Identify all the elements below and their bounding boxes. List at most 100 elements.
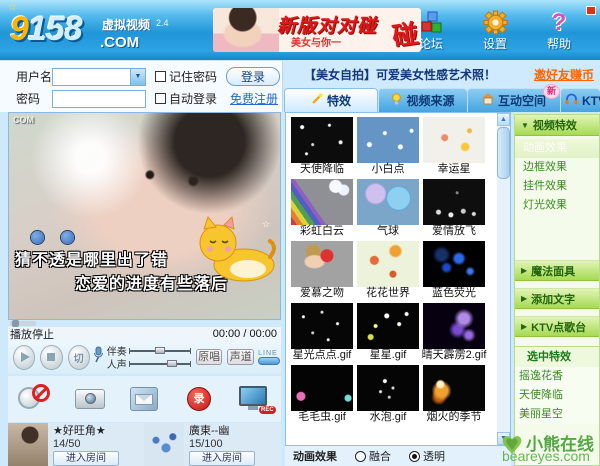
- room-avatar[interactable]: [144, 423, 184, 466]
- effect-item[interactable]: 爱慕之吻: [289, 241, 355, 301]
- sidebar-item-light-effects[interactable]: 灯光效果: [515, 196, 599, 215]
- username-combobox[interactable]: ▼: [52, 68, 146, 86]
- effect-thumbnail[interactable]: [291, 365, 353, 411]
- snapshot-button[interactable]: [71, 382, 109, 416]
- effect-label: 花花世界: [355, 287, 421, 301]
- tab-ktv[interactable]: KTV: [560, 88, 600, 112]
- screen-record-button[interactable]: REC: [235, 382, 273, 416]
- sidebar-group-ktv-playlist[interactable]: ▶ KTV点歌台: [515, 316, 599, 337]
- effect-thumbnail[interactable]: [291, 303, 353, 349]
- remember-password-checkbox[interactable]: 记住密码: [155, 68, 217, 85]
- effect-item[interactable]: 花花世界: [355, 241, 421, 301]
- disable-camera-button[interactable]: [16, 382, 54, 416]
- close-icon[interactable]: [586, 6, 596, 15]
- tab-video-source[interactable]: 视频来源: [378, 88, 467, 112]
- tab-interactive-space[interactable]: 互动空间 新: [467, 88, 560, 112]
- tab-effects[interactable]: 特效: [284, 88, 378, 112]
- line-in-toggle[interactable]: [258, 357, 280, 365]
- effect-thumbnail[interactable]: [357, 179, 419, 225]
- sidebar-item-border-effects[interactable]: 边框效果: [515, 158, 599, 177]
- effect-thumbnail[interactable]: [423, 179, 485, 225]
- effect-thumbnail[interactable]: [423, 365, 485, 411]
- transparent-radio[interactable]: 透明: [409, 448, 445, 464]
- effect-item[interactable]: 小白点: [355, 117, 421, 177]
- animation-mode-label: 动画效果: [293, 448, 337, 464]
- forum-button[interactable]: 论坛: [408, 8, 454, 52]
- vocals-slider[interactable]: [129, 363, 191, 365]
- effect-item[interactable]: 幸运星: [421, 117, 487, 177]
- stop-button[interactable]: [40, 345, 62, 370]
- effect-item[interactable]: 水泡.gif: [355, 365, 421, 425]
- effect-item[interactable]: 天使降临: [289, 117, 355, 177]
- vocals-slider-thumb[interactable]: [167, 360, 177, 367]
- original-vocal-button[interactable]: 原唱: [196, 349, 223, 365]
- selected-effect-item[interactable]: 美丽星空: [515, 405, 599, 424]
- channel-button[interactable]: 声道: [227, 349, 254, 365]
- effect-thumbnail[interactable]: [423, 241, 485, 287]
- ad-banner[interactable]: 新版对对碰 美女与你一 碰: [213, 8, 421, 52]
- invite-friends-link[interactable]: 邀好友赚币: [534, 66, 594, 83]
- checkbox-icon[interactable]: [155, 71, 166, 82]
- radio-icon[interactable]: [409, 451, 420, 462]
- chevron-down-icon[interactable]: ▼: [130, 69, 145, 85]
- vocals-label: 人声: [107, 356, 129, 371]
- effect-item[interactable]: 爱情放飞: [421, 179, 487, 239]
- password-field[interactable]: [52, 90, 146, 108]
- send-photo-button[interactable]: [125, 382, 163, 416]
- effect-thumbnail[interactable]: [357, 365, 419, 411]
- chevron-right-icon: ▶: [521, 294, 527, 303]
- effect-item[interactable]: 烟火的季节: [421, 365, 487, 425]
- room-info: ★好旺角★ 14/50 进入房间: [53, 423, 119, 466]
- enter-room-button[interactable]: 进入房间: [53, 451, 119, 466]
- auto-login-checkbox[interactable]: 自动登录: [155, 90, 217, 107]
- sidebar-item-animation-effects[interactable]: 动画效果: [515, 139, 599, 158]
- room-card[interactable]: 廣東--幽 15/100 进入房间: [144, 423, 280, 466]
- radio-icon[interactable]: [355, 451, 366, 462]
- effect-item[interactable]: 蓝色荧光: [421, 241, 487, 301]
- effect-thumbnail[interactable]: [291, 179, 353, 225]
- effect-label: 烟火的季节: [421, 411, 487, 425]
- sidebar-group-magic-mask[interactable]: ▶ 魔法面具: [515, 260, 599, 281]
- login-button[interactable]: 登录: [226, 67, 280, 86]
- accompaniment-slider-thumb[interactable]: [155, 347, 165, 354]
- effect-item[interactable]: 星光点点.gif: [289, 303, 355, 363]
- effects-panel: 天使降临 小白点 幸运星 彩虹白云 气球 爱情放飞 爱慕之吻 花花世界 蓝色荧光…: [285, 112, 511, 446]
- effect-thumbnail[interactable]: [357, 241, 419, 287]
- blend-radio[interactable]: 融合: [355, 448, 391, 464]
- effect-item[interactable]: 气球: [355, 179, 421, 239]
- scroll-down-icon[interactable]: ▼: [497, 432, 510, 445]
- record-button[interactable]: 录: [180, 382, 218, 416]
- switch-button[interactable]: 切: [68, 345, 90, 370]
- effect-thumbnail[interactable]: [423, 117, 485, 163]
- chevron-down-icon: ▼: [521, 121, 529, 130]
- effect-item[interactable]: 星星.gif: [355, 303, 421, 363]
- monitor-base: [248, 406, 258, 410]
- scrollbar-thumb[interactable]: [497, 127, 510, 179]
- effect-thumbnail[interactable]: [291, 117, 353, 163]
- free-register-link[interactable]: 免费注册: [230, 90, 278, 107]
- effects-scrollbar[interactable]: ▲ ▼: [497, 113, 510, 445]
- scroll-up-icon[interactable]: ▲: [497, 113, 510, 126]
- settings-button[interactable]: 设置: [472, 8, 518, 52]
- effect-item[interactable]: 晴天霹雳2.gif: [421, 303, 487, 363]
- enter-room-button[interactable]: 进入房间: [189, 451, 255, 466]
- sidebar-item-pendant-effects[interactable]: 挂件效果: [515, 177, 599, 196]
- blend-label: 融合: [369, 448, 391, 464]
- username-input[interactable]: [53, 69, 130, 85]
- effect-thumbnail[interactable]: [357, 303, 419, 349]
- effect-thumbnail[interactable]: [357, 117, 419, 163]
- selected-effect-item[interactable]: 摇逸花香: [515, 367, 599, 386]
- checkbox-icon[interactable]: [155, 93, 166, 104]
- play-button[interactable]: [13, 345, 35, 370]
- sidebar-group-add-text[interactable]: ▶ 添加文字: [515, 288, 599, 309]
- room-card[interactable]: ★好旺角★ 14/50 进入房间: [8, 423, 144, 466]
- help-button[interactable]: ? 帮助: [536, 8, 582, 52]
- selected-effect-item[interactable]: 天使降临: [515, 386, 599, 405]
- effect-thumbnail[interactable]: [291, 241, 353, 287]
- effect-item[interactable]: 彩虹白云: [289, 179, 355, 239]
- sidebar-group-video-effects[interactable]: ▼ 视频特效: [515, 115, 599, 136]
- room-avatar[interactable]: [8, 423, 48, 466]
- effect-thumbnail[interactable]: [423, 303, 485, 349]
- effect-item[interactable]: 毛毛虫.gif: [289, 365, 355, 425]
- accompaniment-slider[interactable]: [129, 350, 191, 352]
